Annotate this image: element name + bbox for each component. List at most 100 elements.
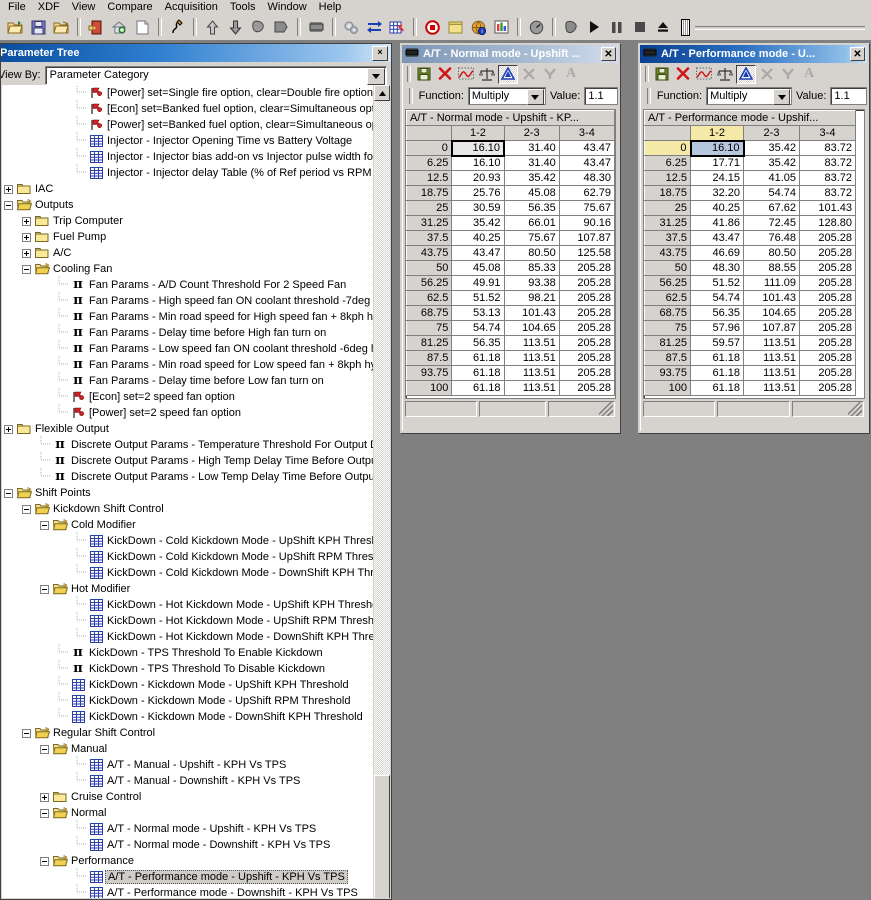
- row-header[interactable]: 12.5: [406, 170, 453, 186]
- play-icon[interactable]: [583, 16, 605, 38]
- menu-item-tools[interactable]: Tools: [224, 0, 262, 14]
- graph-table-icon[interactable]: [694, 65, 714, 84]
- tree-node[interactable]: Manual: [2, 741, 373, 757]
- resize-grip[interactable]: [599, 402, 613, 416]
- table-cell[interactable]: 205.28: [558, 380, 615, 396]
- delta-icon[interactable]: [498, 64, 518, 84]
- table-cell[interactable]: 30.59: [451, 200, 505, 216]
- tree-node[interactable]: A/T - Normal mode - Downshift - KPH Vs T…: [2, 835, 373, 853]
- table-cell[interactable]: 205.28: [799, 320, 856, 336]
- row-header[interactable]: 25: [644, 200, 691, 216]
- table-cell[interactable]: 51.52: [690, 275, 744, 291]
- table-cell[interactable]: 32.20: [690, 185, 744, 201]
- open-recent-icon[interactable]: [50, 16, 72, 38]
- value-input[interactable]: 1.1: [830, 87, 867, 105]
- tree-node[interactable]: KickDown - Hot Kickdown Mode - UpShift K…: [2, 595, 373, 613]
- tree-node[interactable]: [Power] set=2 speed fan option: [2, 403, 373, 421]
- table-cell[interactable]: 61.18: [690, 380, 744, 396]
- table-cell[interactable]: 101.43: [743, 290, 800, 306]
- table-cell[interactable]: 80.50: [743, 245, 800, 261]
- tree-node[interactable]: Performance: [2, 853, 373, 869]
- titlebar-normal-mode[interactable]: A/T - Normal mode - Upshift ... ✕: [402, 45, 618, 63]
- close-icon[interactable]: ✕: [601, 47, 616, 61]
- expand-icon[interactable]: [4, 184, 13, 194]
- tree-node[interactable]: A/T - Normal mode - Upshift - KPH Vs TPS: [2, 819, 373, 837]
- table-cell[interactable]: 66.01: [503, 215, 560, 231]
- collapse-icon[interactable]: [40, 744, 49, 754]
- tree-vertical-scrollbar[interactable]: [373, 85, 390, 898]
- menu-item-window[interactable]: Window: [262, 0, 313, 14]
- table-cell[interactable]: 205.28: [558, 335, 615, 351]
- table-cell[interactable]: 205.28: [799, 365, 856, 381]
- expand-icon[interactable]: [22, 248, 31, 258]
- delta-icon[interactable]: [736, 64, 756, 84]
- collapse-icon[interactable]: [4, 200, 13, 210]
- table-cell[interactable]: 62.79: [558, 185, 615, 201]
- close-table-icon[interactable]: [673, 65, 693, 84]
- row-header[interactable]: 18.75: [406, 185, 453, 201]
- table-cell[interactable]: 75.67: [558, 200, 615, 216]
- interpolate-y-icon[interactable]: [778, 65, 798, 84]
- row-header[interactable]: 43.75: [406, 245, 453, 261]
- collapse-icon[interactable]: [40, 584, 49, 594]
- row-header[interactable]: 31.25: [644, 215, 691, 231]
- scale-balance-icon[interactable]: [715, 65, 735, 84]
- tree-node[interactable]: Shift Points: [2, 485, 373, 501]
- tree-node[interactable]: Cruise Control: [2, 789, 373, 805]
- table-cell[interactable]: 17.71: [690, 155, 744, 171]
- tree-node[interactable]: [Power] set=Banked fuel option, clear=Si…: [2, 115, 373, 133]
- download-bin-icon[interactable]: [108, 16, 130, 38]
- row-header[interactable]: 43.75: [644, 245, 691, 261]
- row-header[interactable]: 75: [644, 320, 691, 336]
- table-cell[interactable]: 35.42: [451, 215, 505, 231]
- tree-node-selected[interactable]: A/T - Performance mode - Upshift - KPH V…: [2, 867, 373, 885]
- table-cell[interactable]: 48.30: [558, 170, 615, 186]
- column-header[interactable]: 2-3: [503, 125, 560, 141]
- menu-item-file[interactable]: File: [2, 0, 32, 14]
- table-cell[interactable]: 205.28: [799, 260, 856, 276]
- table-cell[interactable]: 31.40: [503, 155, 560, 171]
- table-cell[interactable]: 61.18: [690, 350, 744, 366]
- tree-node[interactable]: KickDown - Cold Kickdown Mode - DownShif…: [2, 563, 373, 581]
- tree-node[interactable]: IAC: [2, 181, 373, 197]
- row-header[interactable]: 0: [406, 140, 453, 156]
- table-cell[interactable]: 56.35: [503, 200, 560, 216]
- table-cell[interactable]: 61.18: [451, 380, 505, 396]
- table-cell[interactable]: 205.28: [799, 275, 856, 291]
- row-header[interactable]: 93.75: [406, 365, 453, 381]
- scale-balance-icon[interactable]: [477, 65, 497, 84]
- table-cell[interactable]: 31.40: [503, 140, 560, 156]
- tree-node[interactable]: Injector - Injector Opening Time vs Batt…: [2, 131, 373, 149]
- row-header[interactable]: 37.5: [406, 230, 453, 246]
- row-header[interactable]: 56.25: [406, 275, 453, 291]
- collapse-icon[interactable]: [40, 808, 49, 818]
- column-header[interactable]: 1-2: [690, 125, 744, 141]
- table-cell[interactable]: 205.28: [799, 350, 856, 366]
- row-header[interactable]: 81.25: [406, 335, 453, 351]
- table-cell[interactable]: 93.38: [503, 275, 560, 291]
- table-cell[interactable]: 85.33: [503, 260, 560, 276]
- eject-icon[interactable]: [652, 16, 674, 38]
- table-cell[interactable]: 40.25: [690, 200, 744, 216]
- probe-icon[interactable]: [166, 16, 188, 38]
- table-cell[interactable]: 205.28: [799, 245, 856, 261]
- collapse-icon[interactable]: [40, 856, 49, 866]
- expand-icon[interactable]: [4, 424, 13, 434]
- row-header[interactable]: 31.25: [406, 215, 453, 231]
- row-header[interactable]: 93.75: [644, 365, 691, 381]
- tree-node[interactable]: Hot Modifier: [2, 581, 373, 597]
- row-header[interactable]: 50: [406, 260, 453, 276]
- table-cell[interactable]: 56.35: [451, 335, 505, 351]
- collapse-icon[interactable]: [22, 264, 31, 274]
- row-header[interactable]: 56.25: [644, 275, 691, 291]
- table-cell[interactable]: 48.30: [690, 260, 744, 276]
- row-header[interactable]: 50: [644, 260, 691, 276]
- table-cell[interactable]: 113.51: [503, 365, 560, 381]
- tree-node[interactable]: Fuel Pump: [2, 229, 373, 245]
- table-delete-icon[interactable]: [386, 16, 408, 38]
- new-document-icon[interactable]: [131, 16, 153, 38]
- scrollbar-thumb[interactable]: [374, 775, 390, 898]
- table-cell[interactable]: 16.10: [451, 155, 505, 171]
- table-cell[interactable]: 16.10: [450, 139, 506, 157]
- compare-swap-icon[interactable]: [363, 16, 385, 38]
